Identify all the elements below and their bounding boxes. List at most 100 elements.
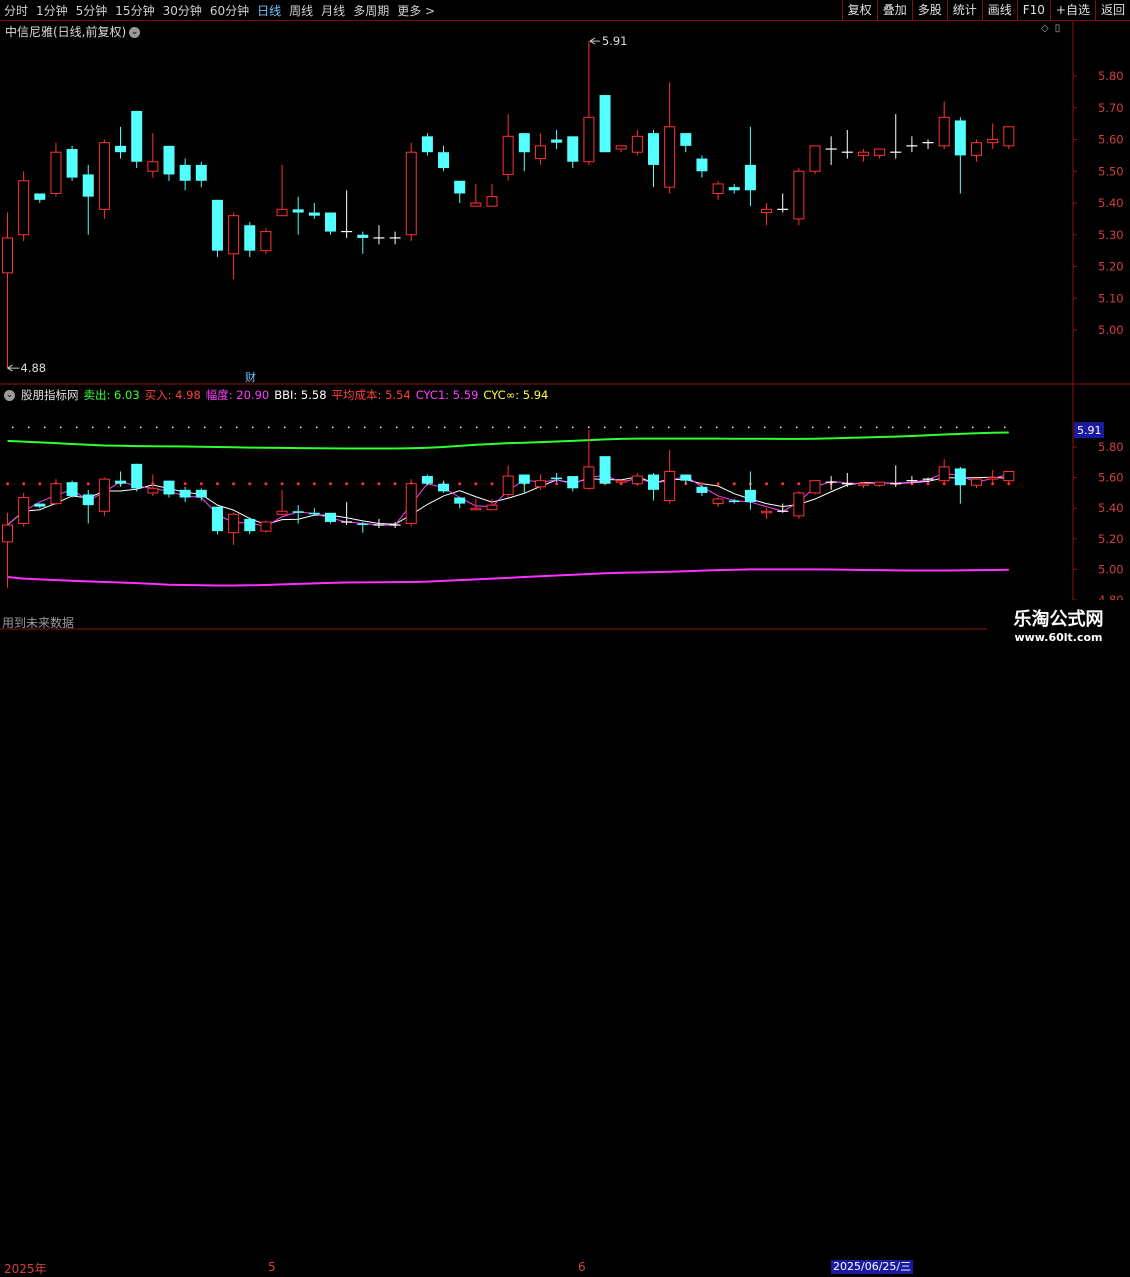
cyc-inf-dot bbox=[972, 426, 974, 429]
chevron-down-icon[interactable]: ⌄ bbox=[129, 27, 141, 38]
period-tab[interactable]: 分时 bbox=[0, 2, 32, 19]
period-tab[interactable]: 30分钟 bbox=[159, 2, 206, 19]
cyc-inf-dot bbox=[252, 426, 254, 429]
toolbar-action-button[interactable]: 画线 bbox=[981, 0, 1017, 20]
candle-body bbox=[147, 487, 159, 494]
toolbar-action-button[interactable]: 返回 bbox=[1094, 0, 1130, 20]
toolbar-action-button[interactable]: F10 bbox=[1016, 0, 1050, 20]
avg-cost-dot bbox=[215, 482, 219, 486]
cyc-inf-dot bbox=[588, 426, 590, 429]
cyc-inf-dot bbox=[524, 426, 526, 429]
chevron-down-icon[interactable]: ⌄ bbox=[4, 389, 15, 401]
candle-body bbox=[18, 180, 30, 236]
chart-corner-icons: ◇▯ bbox=[1041, 23, 1066, 34]
period-tab[interactable]: 月线 bbox=[317, 2, 349, 19]
toolbar-action-button[interactable]: 复权 bbox=[841, 0, 877, 20]
cyc-inf-dot bbox=[140, 426, 142, 429]
candle-body bbox=[438, 483, 450, 492]
finance-event-marker: 财 bbox=[245, 370, 256, 384]
sell-line bbox=[7, 431, 1009, 450]
y-tick-label: 5.80 bbox=[1098, 69, 1124, 83]
stock-title: 中信尼雅(日线,前复权) bbox=[5, 25, 127, 39]
toolbar-action-button[interactable]: 多股 bbox=[911, 0, 947, 20]
candle-body bbox=[874, 148, 886, 156]
cyc-inf-dot bbox=[540, 426, 542, 429]
candle-body bbox=[260, 521, 272, 532]
candle-body bbox=[2, 237, 13, 274]
cyc-inf-dot bbox=[124, 426, 126, 429]
toolbar-action-button[interactable]: +自选 bbox=[1049, 0, 1095, 20]
avg-cost-dot bbox=[199, 482, 203, 486]
candle-body bbox=[761, 510, 773, 514]
y-tick-label: 5.10 bbox=[1098, 291, 1124, 305]
candle-body bbox=[34, 193, 46, 200]
cyc-inf-dot bbox=[220, 426, 222, 429]
cyc-inf-dot bbox=[828, 426, 830, 429]
cyc-inf-dot bbox=[732, 426, 734, 429]
cyc-inf-dot bbox=[492, 426, 494, 429]
cyc-inf-dot bbox=[796, 426, 798, 429]
period-tab[interactable]: 周线 bbox=[285, 2, 317, 19]
cyc-inf-dot bbox=[748, 426, 750, 429]
avg-cost-dot bbox=[474, 482, 478, 486]
candle-body bbox=[66, 149, 78, 178]
avg-cost-dot bbox=[1007, 482, 1011, 486]
toolbar-action-button[interactable]: 叠加 bbox=[876, 0, 912, 20]
avg-cost-dot bbox=[732, 482, 736, 486]
candle-body bbox=[664, 126, 676, 188]
cyc-inf-dot bbox=[348, 426, 350, 429]
period-tab[interactable]: 多周期 bbox=[349, 2, 393, 19]
cyc-inf-dot bbox=[92, 426, 94, 429]
candle-body bbox=[98, 142, 110, 210]
candle-body bbox=[405, 483, 417, 524]
candle-body bbox=[744, 164, 756, 191]
period-tab[interactable]: 更多 > bbox=[393, 2, 439, 19]
period-tab[interactable]: 1分钟 bbox=[32, 2, 72, 19]
period-tab[interactable]: 15分钟 bbox=[111, 2, 158, 19]
candle-body bbox=[228, 215, 240, 255]
main-candlestick-chart[interactable]: 5.80 5.70 5.60 5.50 5.40 5.30 5.20 5.10 5.00 5.91… bbox=[0, 21, 1130, 385]
cyc-inf-dot bbox=[764, 426, 766, 429]
candle-body bbox=[308, 212, 320, 216]
avg-cost-dot bbox=[797, 482, 801, 486]
window-icon[interactable]: ▯ bbox=[1055, 23, 1067, 34]
avg-cost-dot bbox=[183, 482, 187, 486]
avg-cost-dot bbox=[248, 482, 252, 486]
low-arrow bbox=[7, 364, 20, 372]
date-axis: 2025年 5 6 2025/06/25/三 bbox=[0, 630, 1130, 1276]
axis-label-june: 6 bbox=[578, 1260, 586, 1274]
avg-cost-dot bbox=[942, 482, 946, 486]
y-tick-label: 5.60 bbox=[1098, 471, 1124, 485]
cyc-inf-dot bbox=[44, 426, 46, 429]
candle-body bbox=[728, 500, 740, 503]
candle-body bbox=[583, 466, 595, 489]
period-tab[interactable]: 5分钟 bbox=[72, 2, 112, 19]
candle-body bbox=[712, 498, 724, 505]
cyc-inf-dot bbox=[156, 426, 158, 429]
toolbar-action-button[interactable]: 统计 bbox=[946, 0, 982, 20]
cyc-inf-dot bbox=[940, 426, 942, 429]
candle-body bbox=[793, 170, 805, 220]
candle-body bbox=[680, 133, 692, 146]
candle-body bbox=[599, 456, 611, 484]
candle-body bbox=[502, 135, 514, 175]
avg-cost-dot bbox=[329, 482, 332, 486]
candle-body bbox=[292, 209, 304, 213]
candle-body bbox=[244, 518, 256, 532]
diamond-icon[interactable]: ◇ bbox=[1041, 23, 1055, 34]
candle-body bbox=[405, 151, 417, 236]
period-tab[interactable]: 60分钟 bbox=[206, 2, 253, 19]
indicator-chart[interactable]: 5.915.805.605.405.205.004.80 bbox=[0, 385, 1130, 630]
action-buttons: 复权 叠加 多股 统计 画线 F10 +自选 返回 bbox=[841, 0, 1130, 20]
candle-body bbox=[518, 474, 530, 484]
cyc-inf-dot bbox=[204, 426, 206, 429]
candle-body bbox=[131, 463, 143, 489]
candle-body bbox=[987, 477, 999, 480]
cyc-inf-dot bbox=[188, 426, 190, 429]
candle-body bbox=[486, 196, 498, 207]
cyc-inf-dot bbox=[620, 426, 622, 429]
candle-body bbox=[131, 110, 143, 162]
cyc-inf-dot bbox=[812, 426, 814, 429]
candle-body bbox=[793, 492, 805, 517]
period-tab[interactable]: 日线 bbox=[253, 2, 285, 19]
